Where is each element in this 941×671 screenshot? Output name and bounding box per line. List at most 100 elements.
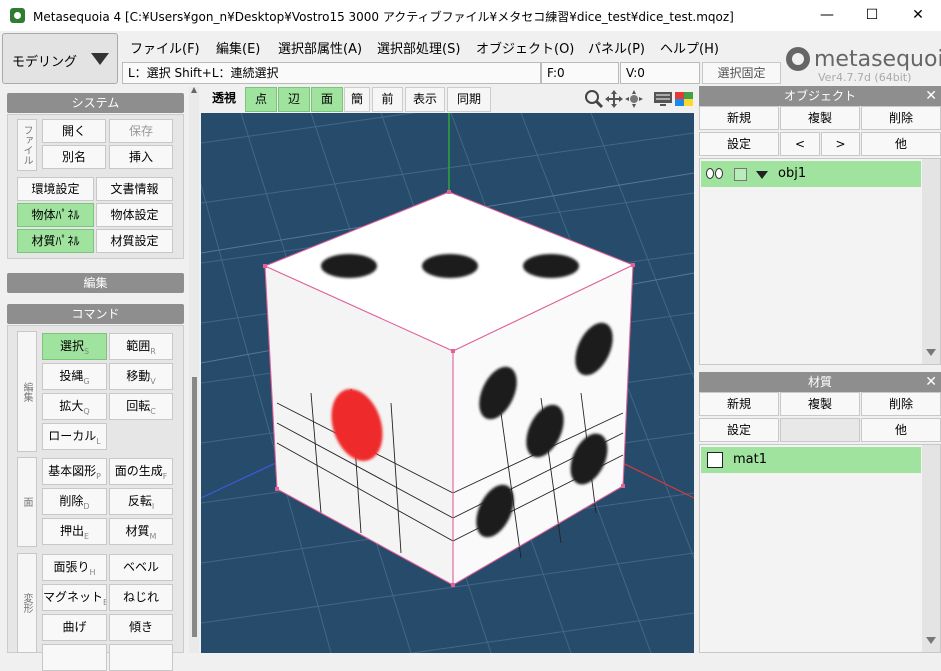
object-settings-button[interactable]: 設定: [699, 132, 779, 156]
menu-help[interactable]: ヘルプ(H): [660, 38, 719, 57]
system-panel-header[interactable]: システム: [7, 93, 184, 113]
insert-button[interactable]: 挿入: [109, 145, 173, 169]
mode-dropdown[interactable]: モデリング: [2, 33, 118, 84]
twist-button[interactable]: ねじれ: [109, 584, 173, 611]
menu-panel[interactable]: パネル(P): [588, 38, 645, 57]
delete-button[interactable]: 削除D: [42, 488, 107, 515]
orbit-icon[interactable]: [624, 89, 644, 109]
object-panel-header[interactable]: オブジェクト ✕: [699, 86, 941, 106]
local-button[interactable]: ローカルL: [42, 423, 107, 450]
lasso-button[interactable]: 投縄G: [42, 363, 107, 390]
extrude-button[interactable]: 押出E: [42, 518, 107, 545]
object-list: obj1: [699, 158, 941, 365]
scale-button[interactable]: 拡大Q: [42, 393, 107, 420]
perspective-toggle[interactable]: 透視: [205, 87, 243, 112]
minimize-button[interactable]: —: [804, 0, 850, 31]
object-list-scrollbar[interactable]: [922, 159, 940, 364]
close-button[interactable]: ✕: [895, 0, 941, 31]
front-view-button[interactable]: 前: [372, 87, 403, 112]
face-generate-button[interactable]: 面の生成F: [109, 458, 173, 485]
zoom-icon[interactable]: [584, 89, 604, 109]
invert-button[interactable]: 反転I: [109, 488, 173, 515]
magnet-button[interactable]: マグネットB: [42, 584, 107, 611]
monitor-layout-icon[interactable]: [653, 91, 673, 107]
list-item[interactable]: obj1: [701, 161, 921, 187]
material-list-scrollbar[interactable]: [922, 445, 940, 652]
edit-panel-header[interactable]: 編集: [7, 273, 184, 293]
select-button[interactable]: 選択S: [42, 333, 107, 360]
material-name: mat1: [733, 452, 767, 467]
tilt-button[interactable]: 傾き: [109, 614, 173, 641]
logo-icon: [786, 47, 810, 71]
object-duplicate-button[interactable]: 複製: [780, 106, 860, 130]
close-icon[interactable]: ✕: [925, 372, 937, 392]
3d-viewport[interactable]: [201, 113, 694, 653]
visibility-eye-icon[interactable]: [706, 168, 714, 179]
object-prev-button[interactable]: <: [780, 132, 820, 156]
visibility-eye-icon[interactable]: [715, 168, 723, 179]
rotate-button[interactable]: 回転C: [109, 393, 173, 420]
bend-button[interactable]: 曲げ: [42, 614, 107, 641]
material-button[interactable]: 材質M: [109, 518, 173, 545]
edit-group-label: 編集: [17, 331, 37, 452]
scroll-thumb[interactable]: [192, 377, 197, 637]
save-button[interactable]: 保存: [109, 119, 173, 143]
sync-button[interactable]: 同期: [447, 87, 491, 112]
menu-selection-attributes[interactable]: 選択部属性(A): [278, 38, 362, 57]
object-settings-button[interactable]: 物体設定: [96, 203, 173, 227]
color-display-icon[interactable]: [674, 91, 694, 107]
material-other-button[interactable]: 他: [861, 418, 941, 442]
simple-toggle[interactable]: 簡: [344, 87, 370, 112]
save-as-button[interactable]: 別名: [42, 145, 106, 169]
menu-object[interactable]: オブジェクト(O): [476, 38, 574, 57]
object-new-button[interactable]: 新規: [699, 106, 779, 130]
lock-checkbox[interactable]: [734, 168, 747, 181]
left-panel-scrollbar[interactable]: [189, 87, 199, 653]
deform-group-label: 変形: [17, 553, 37, 653]
face-paste-button[interactable]: 面張りH: [42, 554, 107, 581]
material-color-swatch[interactable]: [707, 452, 723, 468]
face-mode-toggle[interactable]: 面: [311, 87, 343, 112]
command-panel-header[interactable]: コマンド: [7, 304, 184, 324]
menu-file[interactable]: ファイル(F): [130, 38, 200, 57]
material-duplicate-button[interactable]: 複製: [780, 392, 860, 416]
open-button[interactable]: 開く: [42, 119, 106, 143]
menu-edit[interactable]: 編集(E): [216, 38, 260, 57]
menu-selection-process[interactable]: 選択部処理(S): [377, 38, 460, 57]
material-panel-header[interactable]: 材質 ✕: [699, 372, 941, 392]
object-panel-toggle[interactable]: 物体ﾊﾟﾈﾙ: [17, 203, 94, 227]
pan-icon[interactable]: [604, 89, 624, 109]
material-delete-button[interactable]: 削除: [861, 392, 941, 416]
move-button[interactable]: 移動V: [109, 363, 173, 390]
material-new-button[interactable]: 新規: [699, 392, 779, 416]
material-settings-button[interactable]: 材質設定: [96, 229, 173, 253]
material-panel-toggle[interactable]: 材質ﾊﾟﾈﾙ: [17, 229, 94, 253]
maximize-button[interactable]: ☐: [849, 0, 895, 31]
env-settings-button[interactable]: 環境設定: [17, 177, 94, 201]
material-settings-button[interactable]: 設定: [699, 418, 779, 442]
selection-lock-button[interactable]: 選択固定: [702, 62, 781, 84]
doc-info-button[interactable]: 文書情報: [96, 177, 173, 201]
range-button[interactable]: 範囲R: [109, 333, 173, 360]
material-panel-title: 材質: [807, 375, 832, 389]
primitive-button[interactable]: 基本図形P: [42, 458, 107, 485]
object-other-button[interactable]: 他: [861, 132, 941, 156]
material-blank-button: [780, 418, 860, 442]
bevel-button[interactable]: ベベル: [109, 554, 173, 581]
logo-text: metasequoia4: [814, 47, 941, 72]
scroll-down-icon[interactable]: [926, 349, 936, 356]
viewport-scene: [201, 113, 694, 653]
scroll-down-icon[interactable]: [926, 637, 936, 644]
face-group-label: 面: [17, 457, 37, 547]
edge-mode-toggle[interactable]: 辺: [278, 87, 310, 112]
list-item[interactable]: mat1: [701, 447, 921, 473]
scroll-up-icon[interactable]: [191, 87, 197, 93]
command-button-partial-2[interactable]: [109, 644, 173, 671]
object-delete-button[interactable]: 削除: [861, 106, 941, 130]
expand-triangle-icon[interactable]: [756, 171, 768, 179]
point-mode-toggle[interactable]: 点: [245, 87, 277, 112]
object-next-button[interactable]: >: [821, 132, 860, 156]
command-button-partial-1[interactable]: [42, 644, 107, 671]
display-button[interactable]: 表示: [405, 87, 445, 112]
close-icon[interactable]: ✕: [925, 86, 937, 106]
